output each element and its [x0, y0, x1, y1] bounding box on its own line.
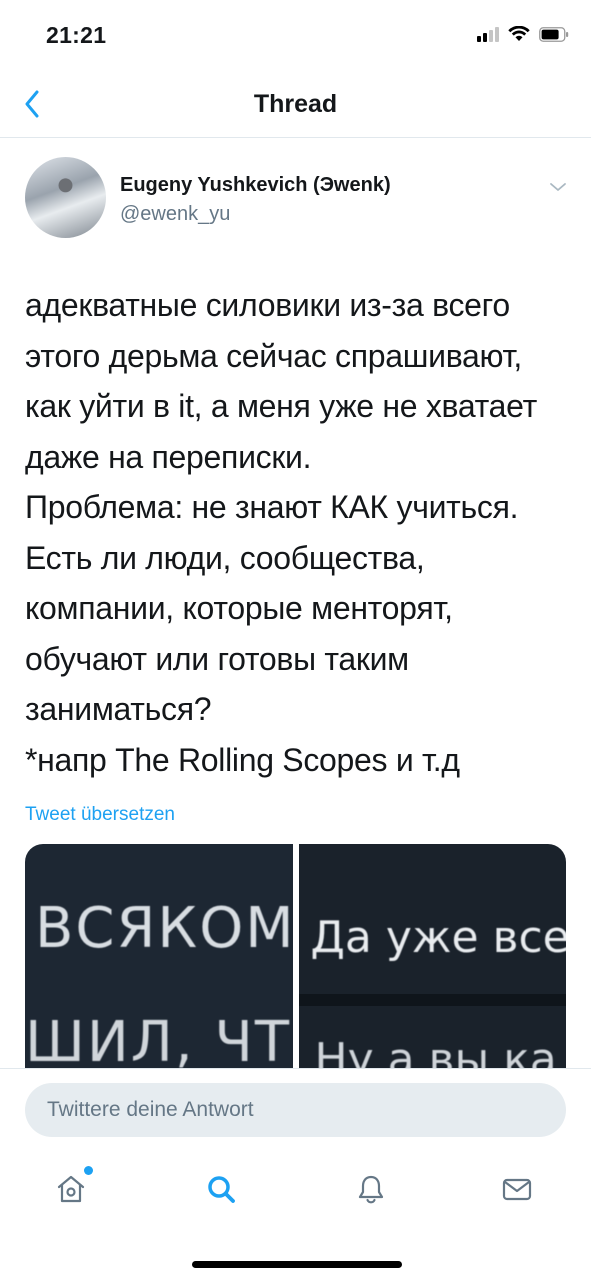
media-text: ВСЯКОМ [35, 896, 293, 961]
nav-bar: Thread [0, 70, 591, 138]
bottom-bar [0, 1068, 591, 1280]
author-handle[interactable]: @ewenk_yu [120, 203, 230, 226]
battery-icon [539, 26, 569, 42]
mail-icon [502, 1178, 532, 1201]
media-image-1[interactable]: ВСЯКОМ ШИЛ, ЧТ [25, 844, 293, 1072]
tweet-options-button[interactable] [546, 175, 570, 199]
bell-icon [358, 1175, 384, 1204]
reply-input[interactable] [25, 1083, 566, 1137]
avatar[interactable] [25, 157, 106, 238]
search-icon [208, 1176, 235, 1203]
status-bar: 21:21 [0, 0, 591, 70]
author-name[interactable]: Eugeny Yushkevich (Эwenk) [120, 174, 391, 197]
media-text: ШИЛ, ЧТ [25, 1010, 292, 1072]
screen: 21:21 Thread Eugeny Yushkevich (Эwenk) @… [0, 0, 591, 1280]
media-image-2[interactable]: Да уже все Ну а вы ка [298, 844, 567, 1072]
translate-tweet-link[interactable]: Tweet übersetzen [25, 804, 175, 826]
tab-bar [0, 1164, 591, 1214]
media-text: Да уже все [310, 912, 567, 963]
tab-search[interactable] [196, 1164, 246, 1214]
home-icon [57, 1175, 85, 1203]
tweet-header: Eugeny Yushkevich (Эwenk) @ewenk_yu [25, 157, 570, 241]
tab-home[interactable] [46, 1164, 96, 1214]
media-divider [298, 994, 566, 1006]
cellular-signal-icon [477, 26, 499, 42]
tab-notifications[interactable] [346, 1164, 396, 1214]
page-title: Thread [253, 90, 338, 118]
notification-dot [84, 1166, 93, 1175]
status-icons [477, 26, 569, 42]
wifi-icon [508, 26, 530, 42]
tweet-text: адекватные силовики из-за всего этого де… [25, 287, 537, 778]
media-text: Ну а вы ка [314, 1034, 557, 1072]
status-time: 21:21 [46, 22, 107, 48]
chevron-down-icon [550, 183, 566, 191]
tab-messages[interactable] [492, 1164, 542, 1214]
home-indicator [192, 1261, 402, 1268]
tweet-media: ВСЯКОМ ШИЛ, ЧТ Да уже все Ну а вы ка [25, 844, 566, 1072]
